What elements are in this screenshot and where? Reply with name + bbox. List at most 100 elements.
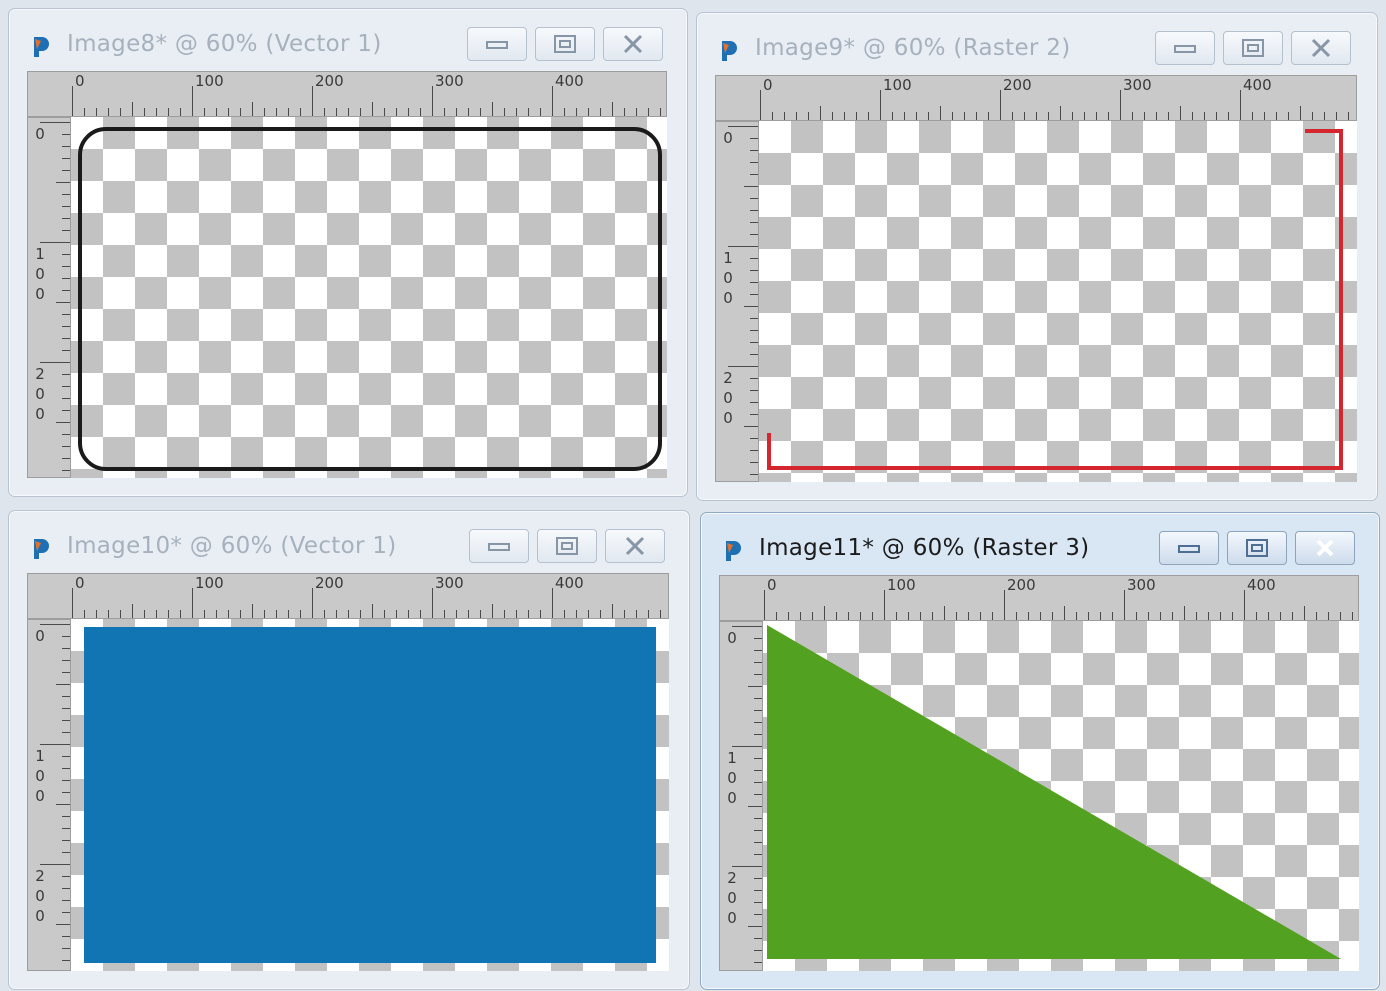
image-canvas[interactable]	[71, 117, 667, 478]
vertical-ruler[interactable]: 0 100 200	[27, 117, 71, 478]
ruler-tick	[420, 108, 421, 116]
ruler-tick	[276, 610, 277, 618]
close-button[interactable]	[605, 529, 665, 563]
ruler-label: 100	[887, 576, 916, 594]
close-button[interactable]	[1291, 31, 1351, 65]
window-titlebar[interactable]: Image8* @ 60% (Vector 1)	[9, 9, 687, 71]
paintshop-icon	[726, 541, 741, 561]
ruler-tick	[754, 710, 762, 711]
green-triangle-shape[interactable]	[763, 621, 1359, 971]
ruler-tick	[1208, 612, 1209, 620]
window-titlebar[interactable]: Image9* @ 60% (Raster 2)	[697, 13, 1377, 75]
vertical-ruler[interactable]: 0 100 200	[719, 621, 763, 971]
maximize-button[interactable]	[1223, 31, 1283, 65]
ruler-tick	[564, 108, 565, 116]
ruler-tick	[396, 108, 397, 116]
ruler-tick	[1180, 106, 1181, 120]
horizontal-ruler[interactable]: 0 100 200 300 400	[715, 75, 1357, 121]
ruler-tick	[576, 610, 577, 618]
horizontal-ruler[interactable]: 0 100 200 300 400	[27, 71, 667, 117]
ruler-tick	[764, 590, 765, 620]
ruler-tick	[62, 696, 70, 697]
ruler-tick	[62, 792, 70, 793]
ruler-tick	[754, 890, 762, 891]
ruler-tick	[156, 610, 157, 618]
ruler-tick	[62, 458, 70, 459]
ruler-tick	[750, 258, 758, 259]
blue-rectangle-shape[interactable]	[71, 619, 669, 971]
ruler-tick	[336, 108, 337, 116]
ruler-tick	[62, 338, 70, 339]
image-canvas[interactable]	[71, 619, 669, 971]
image-window-image9[interactable]: Image9* @ 60% (Raster 2) 0 100 200 300 400 0…	[696, 12, 1378, 501]
ruler-tick	[288, 108, 289, 116]
image-canvas[interactable]	[763, 621, 1359, 971]
ruler-tick	[1052, 612, 1053, 620]
ruler-label: 0	[75, 72, 85, 90]
ruler-label: 0	[767, 576, 777, 594]
image-window-image8[interactable]: Image8* @ 60% (Vector 1) 0 100 200 300 400 0…	[8, 8, 688, 497]
ruler-tick	[750, 198, 758, 199]
ruler-tick	[408, 610, 409, 618]
minimize-icon	[486, 41, 508, 49]
ruler-tick	[612, 102, 613, 116]
ruler-tick	[144, 610, 145, 618]
red-line-shape[interactable]	[759, 121, 1357, 481]
ruler-tick	[824, 606, 825, 620]
ruler-tick	[312, 588, 313, 618]
maximize-button[interactable]	[537, 529, 597, 563]
ruler-label: 200	[723, 369, 733, 427]
ruler-tick	[872, 612, 873, 620]
ruler-tick	[754, 722, 762, 723]
close-button[interactable]	[603, 27, 663, 61]
ruler-tick	[728, 126, 758, 127]
ruler-tick	[964, 112, 965, 120]
ruler-tick	[324, 610, 325, 618]
image-canvas[interactable]	[759, 121, 1357, 482]
image-window-image10[interactable]: Image10* @ 60% (Vector 1) 0 100 200 300 400 …	[8, 510, 690, 990]
close-button[interactable]	[1295, 531, 1355, 565]
window-titlebar[interactable]: Image11* @ 60% (Raster 3)	[701, 513, 1379, 575]
ruler-tick	[240, 610, 241, 618]
paintshop-icon	[34, 37, 49, 57]
ruler-tick	[62, 146, 70, 147]
ruler-tick	[1204, 112, 1205, 120]
ruler-tick	[384, 108, 385, 116]
ruler-tick	[1244, 590, 1245, 620]
ruler-tick	[754, 878, 762, 879]
minimize-button[interactable]	[467, 27, 527, 61]
ruler-tick	[360, 108, 361, 116]
minimize-button[interactable]	[1159, 531, 1219, 565]
image-window-image11[interactable]: Image11* @ 60% (Raster 3) 0 100 200 300 400 …	[700, 512, 1380, 990]
vertical-ruler[interactable]: 0 100 200	[715, 121, 759, 482]
rounded-rectangle-shape[interactable]	[71, 117, 667, 477]
paintshop-icon	[722, 41, 737, 61]
ruler-tick	[800, 612, 801, 620]
ruler-tick	[784, 112, 785, 120]
ruler-tick	[528, 108, 529, 116]
ruler-tick	[1096, 112, 1097, 120]
ruler-tick	[750, 390, 758, 391]
minimize-button[interactable]	[1155, 31, 1215, 65]
ruler-label: 300	[435, 72, 464, 90]
ruler-tick	[56, 422, 70, 423]
ruler-tick	[1304, 606, 1305, 620]
close-icon	[1311, 38, 1331, 58]
ruler-tick	[372, 102, 373, 116]
ruler-label: 100	[35, 245, 45, 303]
ruler-tick	[348, 108, 349, 116]
ruler-tick	[1168, 112, 1169, 120]
ruler-tick	[748, 806, 762, 807]
ruler-tick	[750, 162, 758, 163]
ruler-tick	[1132, 112, 1133, 120]
ruler-tick	[62, 708, 70, 709]
horizontal-ruler[interactable]: 0 100 200 300 400	[27, 573, 669, 619]
horizontal-ruler[interactable]: 0 100 200 300 400	[719, 575, 1359, 621]
ruler-tick	[754, 902, 762, 903]
maximize-button[interactable]	[535, 27, 595, 61]
window-titlebar[interactable]: Image10* @ 60% (Vector 1)	[9, 511, 689, 573]
maximize-button[interactable]	[1227, 531, 1287, 565]
ruler-tick	[396, 610, 397, 618]
minimize-button[interactable]	[469, 529, 529, 563]
vertical-ruler[interactable]: 0 100 200	[27, 619, 71, 971]
